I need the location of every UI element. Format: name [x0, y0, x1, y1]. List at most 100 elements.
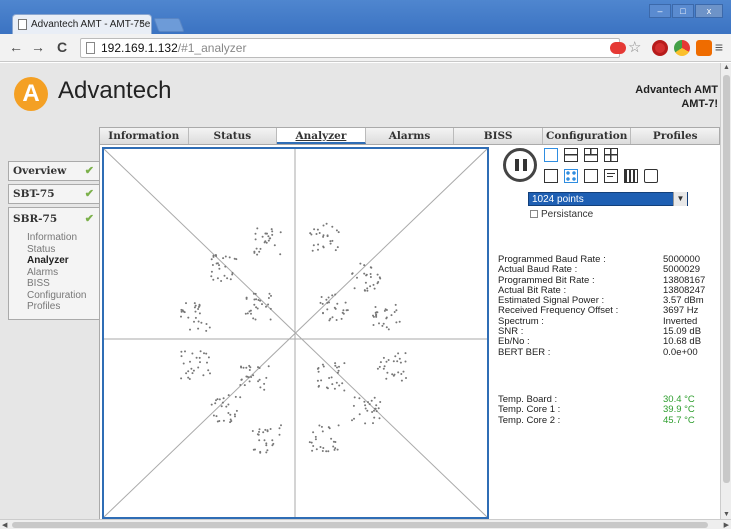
- browser-tab[interactable]: Advantech AMT - AMT-75e ×: [12, 14, 152, 34]
- constellation-point: [317, 248, 319, 251]
- new-tab-button[interactable]: [153, 18, 185, 32]
- constellation-point: [404, 352, 407, 355]
- sidebar-item-overview[interactable]: Overview ✔: [8, 161, 100, 181]
- layout-two-rows-icon[interactable]: [564, 148, 578, 162]
- constellation-point: [221, 401, 224, 404]
- layout-single-icon[interactable]: [544, 148, 558, 162]
- opera-icon[interactable]: [652, 40, 668, 56]
- constellation-icon[interactable]: [564, 169, 578, 183]
- temp-row: Temp. Core 2 : 45.7 °C: [498, 415, 718, 426]
- histogram-icon[interactable]: [604, 169, 618, 183]
- constellation-point: [385, 377, 388, 380]
- sidebar-subitem-configuration[interactable]: Configuration: [9, 290, 99, 302]
- constellation-point: [398, 320, 401, 323]
- constellation-point: [207, 356, 210, 359]
- constellation-point: [381, 324, 384, 327]
- constellation-point: [344, 301, 347, 304]
- scroll-right-icon[interactable]: ▶: [724, 521, 729, 529]
- scroll-thumb[interactable]: [723, 75, 730, 483]
- constellation-point: [312, 244, 315, 247]
- tab-status[interactable]: Status: [189, 128, 278, 144]
- constellation-point: [222, 257, 225, 260]
- layout-three-pane-icon[interactable]: [584, 148, 598, 162]
- tab-information[interactable]: Information: [100, 128, 189, 144]
- maximize-button[interactable]: □: [672, 4, 694, 18]
- bars-icon[interactable]: [624, 169, 638, 183]
- constellation-point: [322, 234, 325, 237]
- horizontal-scrollbar[interactable]: ◀ ▶: [0, 519, 731, 529]
- sidebar-item-sbt-75[interactable]: SBT-75 ✔: [8, 184, 100, 204]
- tab-alarms[interactable]: Alarms: [366, 128, 455, 144]
- constellation-point: [194, 310, 197, 313]
- tab-biss[interactable]: BISS: [454, 128, 543, 144]
- constellation-point: [335, 319, 338, 321]
- constellation-point: [226, 277, 229, 280]
- sidebar-subitem-analyzer[interactable]: Analyzer: [9, 255, 99, 267]
- spectrum-icon[interactable]: [544, 169, 558, 183]
- constellation-point: [278, 427, 281, 430]
- constellation-point: [364, 422, 367, 425]
- sidebar-subitem-profiles[interactable]: Profiles: [9, 301, 99, 313]
- constellation-point: [267, 365, 270, 368]
- pause-button[interactable]: [503, 148, 537, 182]
- scroll-left-icon[interactable]: ◀: [2, 521, 7, 529]
- back-icon[interactable]: ←: [8, 39, 24, 55]
- constellation-point: [385, 317, 388, 320]
- address-bar[interactable]: 192.169.1.132/#1_analyzer: [80, 38, 620, 58]
- constellation-point: [197, 306, 200, 308]
- constellation-point: [270, 294, 272, 297]
- scroll-down-icon[interactable]: ▼: [723, 511, 730, 518]
- constellation-point: [358, 413, 361, 416]
- persistance-label: Persistance: [541, 209, 594, 220]
- check-icon: ✔: [84, 164, 94, 177]
- constellation-point: [329, 240, 332, 243]
- check-icon: ✔: [84, 187, 94, 200]
- constellation-point: [185, 302, 187, 305]
- menu-icon[interactable]: ≡: [715, 39, 723, 55]
- tab-analyzer[interactable]: Analyzer: [277, 128, 366, 144]
- tab-configuration[interactable]: Configuration: [543, 128, 632, 144]
- constellation-point: [256, 433, 259, 436]
- constellation-point: [337, 424, 340, 427]
- vertical-scrollbar[interactable]: ▲ ▼: [720, 63, 731, 519]
- sidebar-item-sbr-75[interactable]: SBR-75 ✔: [9, 210, 99, 230]
- star-icon[interactable]: ☆: [628, 38, 641, 56]
- tab-profiles[interactable]: Profiles: [631, 128, 719, 144]
- export-icon[interactable]: [644, 169, 658, 183]
- extension-icon[interactable]: [696, 40, 712, 56]
- constellation-point: [322, 365, 325, 368]
- scroll-up-icon[interactable]: ▲: [723, 64, 730, 71]
- constellation-point: [377, 407, 380, 410]
- window-close-button[interactable]: x: [695, 4, 723, 18]
- minimize-button[interactable]: –: [649, 4, 671, 18]
- sidebar-subitem-biss[interactable]: BISS: [9, 278, 99, 290]
- constellation-point: [206, 361, 208, 364]
- constellation-point: [398, 357, 401, 360]
- persistance-toggle[interactable]: Persistance: [530, 209, 593, 220]
- constellation-point: [240, 378, 243, 381]
- sidebar-subitem-alarms[interactable]: Alarms: [9, 267, 99, 279]
- sidebar-subitem-status[interactable]: Status: [9, 244, 99, 256]
- extension-icon[interactable]: [674, 40, 690, 56]
- persistance-checkbox[interactable]: [530, 210, 538, 218]
- constellation-point: [326, 301, 329, 304]
- temp-label: Temp. Core 1 :: [498, 404, 561, 416]
- device-line-2: AMT-7!: [681, 98, 718, 110]
- constellation-point: [396, 360, 399, 363]
- points-select[interactable]: 1024 points ▼: [528, 192, 688, 206]
- forward-icon[interactable]: →: [30, 39, 46, 55]
- sidebar-item-label: SBR-75: [13, 213, 58, 225]
- brand-logo: A: [14, 77, 48, 111]
- constellation-point: [363, 400, 366, 403]
- layout-quad-icon[interactable]: [604, 148, 618, 162]
- constellation-point: [259, 451, 262, 454]
- scroll-thumb[interactable]: [12, 522, 708, 528]
- eye-diagram-icon[interactable]: [584, 169, 598, 183]
- constellation-point: [197, 320, 200, 323]
- sidebar-subitem-information[interactable]: Information: [9, 232, 99, 244]
- adblock-icon[interactable]: [610, 42, 626, 54]
- constellation-point: [249, 309, 252, 312]
- tab-close-icon[interactable]: ×: [139, 18, 145, 29]
- constellation-point: [325, 298, 328, 301]
- reload-icon[interactable]: C: [54, 39, 70, 55]
